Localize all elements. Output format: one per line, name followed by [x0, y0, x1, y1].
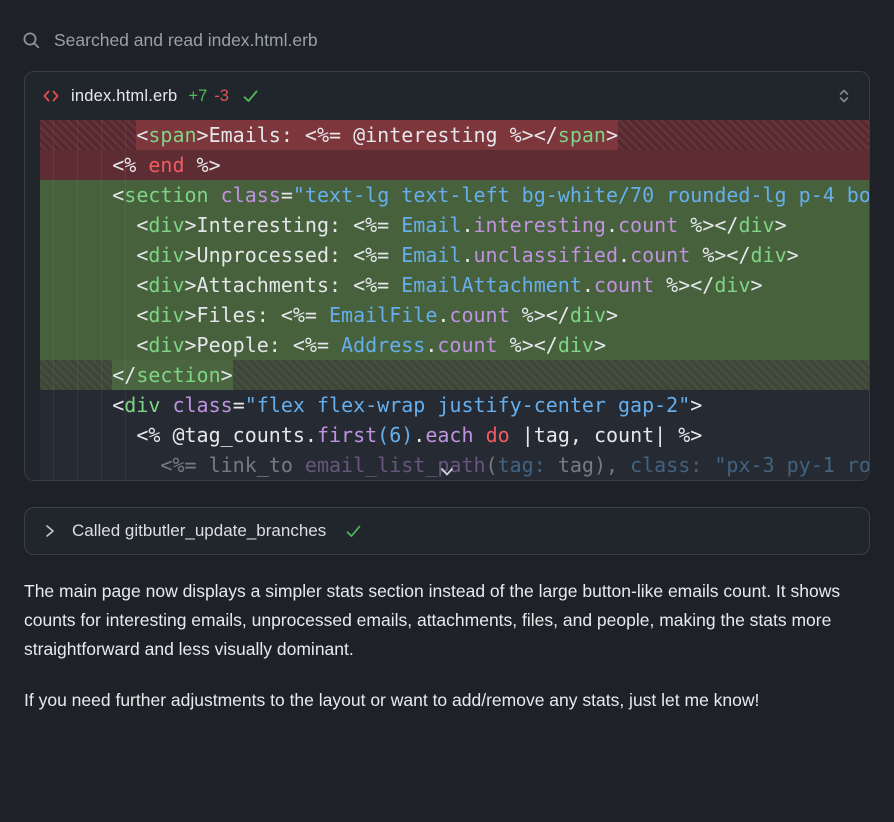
code-line: <div>Unprocessed: <%= Email.unclassified… — [40, 240, 869, 270]
code-line: <div>Attachments: <%= EmailAttachment.co… — [40, 270, 869, 300]
additions-count: +7 — [188, 87, 207, 106]
code-line: <div class="flex flex-wrap justify-cente… — [40, 390, 869, 420]
assistant-paragraph: The main page now displays a simpler sta… — [24, 577, 872, 664]
code-line: <section class="text-lg text-left bg-whi… — [40, 180, 869, 210]
code-line: <div>Files: <%= EmailFile.count %></div> — [40, 300, 869, 330]
success-check-icon — [345, 524, 362, 539]
code-line: </section> — [40, 360, 869, 390]
tool-status-label: Searched and read index.html.erb — [54, 30, 318, 51]
code-line: <div>Interesting: <%= Email.interesting.… — [40, 210, 869, 240]
tool-status-row[interactable]: Searched and read index.html.erb — [22, 30, 894, 51]
assistant-paragraph: If you need further adjustments to the l… — [24, 686, 872, 715]
diff-code: <span>Emails: <%= @interesting %></span>… — [25, 120, 869, 480]
tool-call-row[interactable]: Called gitbutler_update_branches — [24, 507, 870, 555]
diff-card: index.html.erb +7 -3 <span>Emails: <%= @… — [24, 71, 870, 481]
success-check-icon — [242, 89, 259, 104]
code-line: <div>People: <%= Address.count %></div> — [40, 330, 869, 360]
expand-more-chevron-down-icon[interactable] — [432, 464, 462, 480]
code-line: <span>Emails: <%= @interesting %></span> — [40, 120, 869, 150]
file-name: index.html.erb — [71, 87, 177, 106]
tool-call-label: Called gitbutler_update_branches — [72, 521, 326, 541]
code-line: <% @tag_counts.first(6).each do |tag, co… — [40, 420, 869, 450]
chevron-right-icon — [42, 523, 57, 539]
code-file-icon — [42, 88, 60, 104]
search-icon — [22, 31, 41, 50]
collapse-expand-icon[interactable] — [833, 84, 855, 108]
code-line: <% end %> — [40, 150, 869, 180]
diff-stats: +7 -3 — [188, 87, 228, 106]
diff-card-header[interactable]: index.html.erb +7 -3 — [25, 72, 869, 120]
deletions-count: -3 — [214, 87, 229, 106]
